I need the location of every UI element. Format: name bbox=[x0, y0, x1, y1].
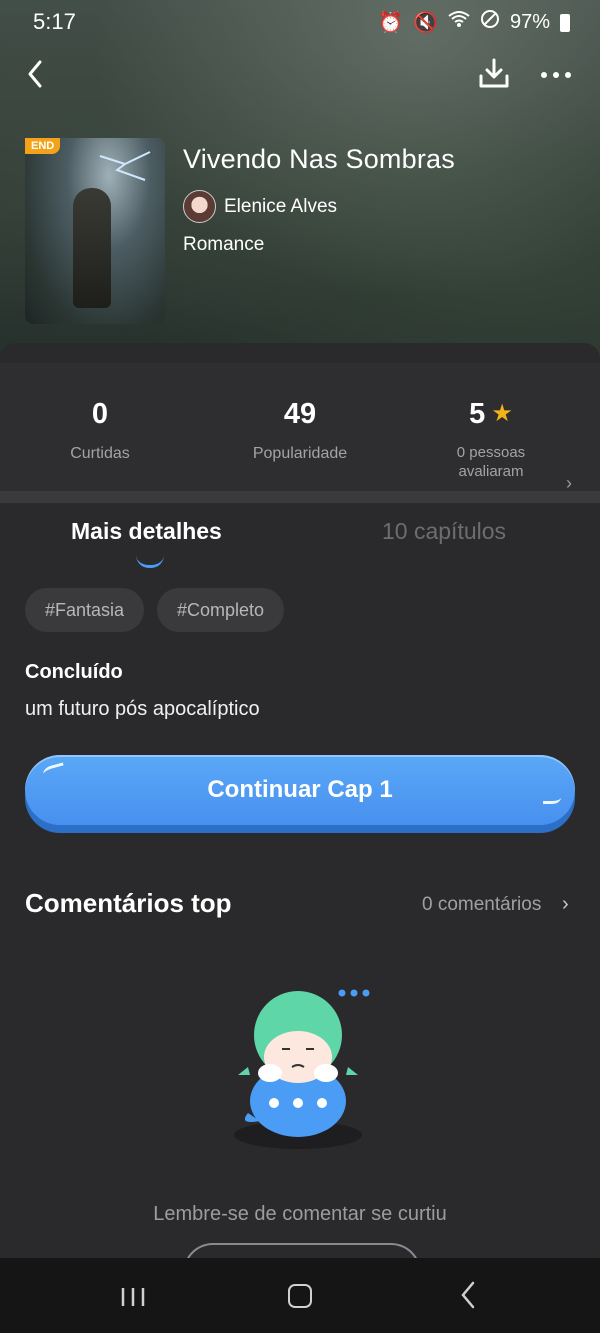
wifi-icon bbox=[448, 10, 470, 34]
battery-text: 97% bbox=[509, 10, 550, 33]
tag-completo[interactable]: #Completo bbox=[157, 588, 285, 632]
recents-button[interactable] bbox=[120, 1286, 146, 1306]
likes-label: Curtidas bbox=[70, 445, 130, 462]
system-nav-bar bbox=[0, 1258, 600, 1333]
more-horizontal-icon bbox=[541, 72, 571, 78]
empty-comments-mascot-icon bbox=[234, 989, 370, 1149]
mute-icon: 🔇 bbox=[413, 11, 438, 34]
book-cover bbox=[25, 138, 165, 324]
likes-value: 0 bbox=[91, 398, 109, 430]
alarm-icon: ⏰ bbox=[378, 11, 404, 34]
download-button[interactable] bbox=[476, 56, 512, 92]
stat-rating: 5 ★ 0 pessoas avaliaram bbox=[391, 398, 591, 481]
battery-icon bbox=[560, 14, 570, 32]
empty-comments-message: Lembre-se de comentar se curtiu bbox=[153, 1203, 447, 1225]
book-title: Vivendo Nas Sombras bbox=[183, 144, 455, 174]
author-link[interactable]: Elenice Alves bbox=[183, 190, 337, 223]
tag-fantasia[interactable]: #Fantasia bbox=[25, 588, 145, 632]
download-icon bbox=[479, 58, 509, 88]
back-icon bbox=[461, 1281, 475, 1309]
tab-active-indicator bbox=[136, 555, 164, 568]
tab-chapters[interactable]: 10 capítulos bbox=[382, 518, 506, 545]
status-time: 5:17 bbox=[33, 9, 76, 34]
system-back-button[interactable] bbox=[458, 1280, 478, 1310]
stat-likes: 0 Curtidas bbox=[0, 398, 200, 463]
section-divider bbox=[0, 491, 600, 503]
more-options-button[interactable] bbox=[538, 60, 578, 90]
status-bar: 5:17 ⏰ 🔇 97% bbox=[0, 0, 600, 44]
author-name: Elenice Alves bbox=[224, 195, 338, 217]
hooded-figure-illustration bbox=[73, 188, 111, 308]
comments-title: Comentários top bbox=[25, 888, 232, 918]
book-status: Concluído bbox=[25, 661, 123, 683]
top-bar bbox=[0, 50, 600, 100]
stat-popularity: 49 Popularidade bbox=[200, 398, 400, 463]
rating-value: 5 bbox=[469, 398, 486, 430]
continue-button-label: Continuar Cap 1 bbox=[207, 776, 393, 803]
comments-count-link[interactable]: 0 comentários bbox=[422, 894, 541, 916]
book-synopsis: um futuro pós apocalíptico bbox=[25, 698, 260, 720]
stats-panel[interactable]: 0 Curtidas 49 Popularidade 5 ★ 0 pessoas … bbox=[0, 363, 600, 493]
popularity-value: 49 bbox=[283, 398, 317, 430]
avatar bbox=[183, 190, 216, 223]
chevron-right-icon[interactable]: › bbox=[562, 893, 569, 916]
star-icon: ★ bbox=[491, 400, 513, 427]
lightning-illustration bbox=[99, 151, 151, 181]
back-button[interactable] bbox=[22, 54, 52, 94]
status-icons: ⏰ 🔇 97% bbox=[378, 9, 570, 35]
rating-label-line1: 0 pessoas bbox=[456, 444, 526, 461]
home-button[interactable] bbox=[288, 1284, 312, 1308]
recents-icon bbox=[121, 1288, 145, 1306]
popularity-label: Popularidade bbox=[252, 445, 348, 462]
book-genre: Romance bbox=[183, 234, 265, 255]
tab-details[interactable]: Mais detalhes bbox=[71, 518, 222, 545]
do-not-disturb-icon bbox=[480, 9, 500, 35]
rating-label-line2: avaliaram bbox=[458, 463, 524, 480]
end-badge: END bbox=[25, 138, 61, 154]
details-sheet: 0 Curtidas 49 Popularidade 5 ★ 0 pessoas … bbox=[0, 343, 600, 1333]
continue-button[interactable]: Continuar Cap 1 bbox=[25, 755, 575, 833]
